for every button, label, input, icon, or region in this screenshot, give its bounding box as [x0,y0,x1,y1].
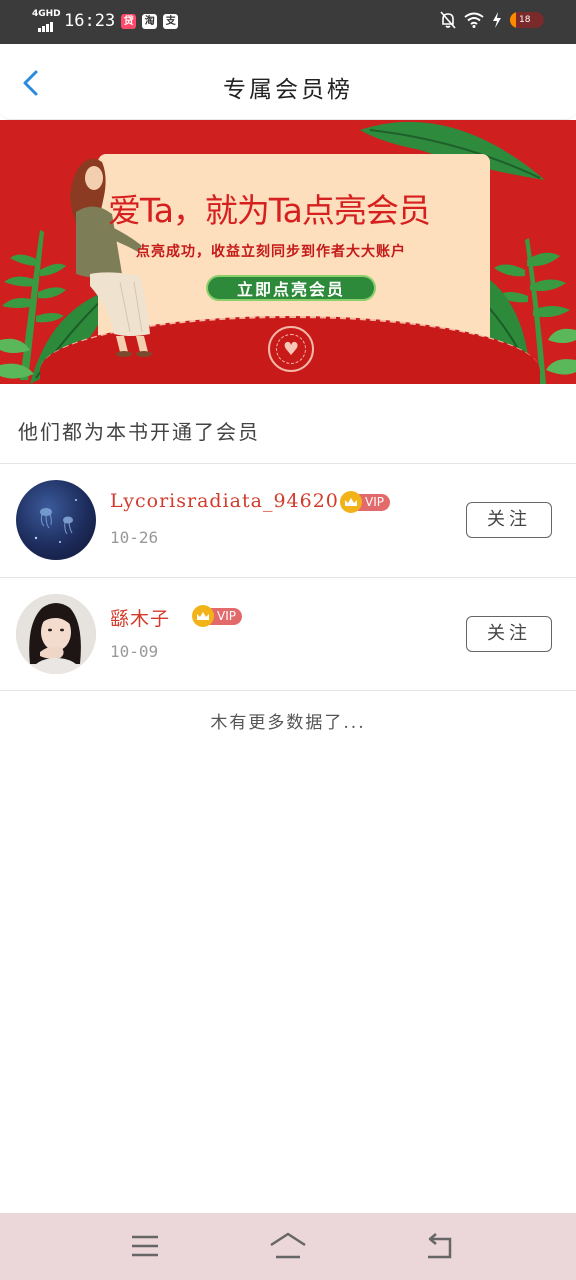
vip-badge: VIP [340,491,390,513]
avatar[interactable] [16,594,96,674]
join-date: 10-26 [110,528,159,547]
banner-heading: 爱Ta，就为Ta点亮会员 [108,191,431,230]
no-more-data-text: 木有更多数据了... [210,713,366,733]
network-type: 4GHD [32,9,61,19]
battery-level: 18 [519,15,531,25]
jellyfish-icon [34,499,77,543]
section-title: 他们都为本书开通了会员 [18,420,260,444]
crown-icon [192,605,214,627]
system-nav-bar [0,1213,576,1280]
divider [0,690,576,691]
heart-hands-emblem-icon: ♥ [268,326,314,372]
back-nav-button[interactable] [420,1229,460,1263]
crown-icon [340,491,362,513]
member-row[interactable]: Lycorisradiata_94620 VIP 10-26 关注 [0,464,576,576]
home-icon [270,1232,306,1259]
member-row[interactable]: 繇木子 VIP 10-09 关注 [0,578,576,690]
banner-subtitle: 点亮成功，收益立刻同步到作者大大账户 [136,244,406,260]
avatar[interactable] [16,480,96,560]
wifi-icon [464,12,484,28]
status-bar: 4GHD 16:23 贷 淘 支 18 [0,0,576,44]
home-button[interactable] [268,1229,308,1263]
cellular-signal-icon: 4GHD [32,9,61,32]
follow-button[interactable]: 关注 [466,502,552,538]
menu-button[interactable] [124,1229,164,1263]
follow-button[interactable]: 关注 [466,616,552,652]
promo-banner[interactable]: 爱Ta，就为Ta点亮会员 点亮成功，收益立刻同步到作者大大账户 立即点亮会员 ♥ [0,120,576,384]
clock: 16:23 [64,11,116,31]
page-title: 专属会员榜 [223,77,353,103]
back-icon [428,1233,452,1259]
alipay-icon: 支 [163,13,179,29]
menu-icon [132,1235,158,1257]
battery-icon: 18 [510,12,544,28]
mute-bell-icon [440,11,456,29]
app-header: 专属会员榜 [0,44,576,120]
light-up-membership-button[interactable]: 立即点亮会员 [206,275,376,301]
vip-badge: VIP [192,605,242,627]
join-date: 10-09 [110,642,159,661]
charging-icon [493,12,501,28]
member-name[interactable]: Lycorisradiata_94620 [110,490,339,512]
taobao-icon: 淘 [142,13,158,29]
notification-app-icon: 贷 [121,13,137,29]
member-name[interactable]: 繇木子 [110,604,170,631]
woman-portrait-icon [16,594,96,674]
